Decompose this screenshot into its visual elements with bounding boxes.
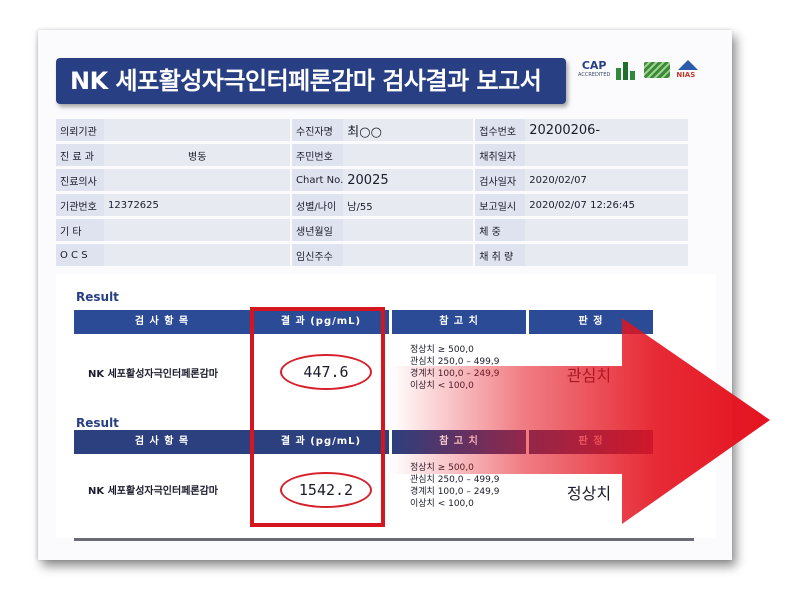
header-judgement: 판 정: [529, 310, 653, 334]
patient-info-table: 의뢰기관 수진자명 최○○ 접수번호 20200206- 진 료 과 병동 주민…: [56, 116, 688, 269]
info-value: [343, 144, 474, 166]
info-row: 기관번호 12372625 성별/나이 남/55 보고일시 2020/02/07…: [56, 194, 688, 216]
info-label: 채 취 량: [475, 244, 526, 266]
info-row: 진료의사 Chart No. 20025 검사일자 2020/02/07: [56, 169, 688, 191]
info-row: 의뢰기관 수진자명 최○○ 접수번호 20200206-: [56, 119, 688, 141]
info-value: [104, 119, 290, 141]
judgement-value: 정상치: [566, 484, 612, 503]
koa-logo: [644, 62, 671, 78]
result-heading: Result: [76, 290, 119, 304]
header-reference: 참 고 치: [392, 430, 526, 454]
info-label: 수진자명: [292, 119, 344, 141]
info-value: [343, 244, 474, 266]
judgement-value: 관심치: [566, 366, 612, 385]
result-highlight-box: [250, 307, 385, 527]
header-test-item: 검 사 항 목: [74, 310, 250, 334]
result-heading: Result: [76, 416, 119, 430]
report-document: NK 세포활성자극인터페론감마 검사결과 보고서 CAP ACCREDITED N…: [38, 30, 732, 560]
info-value: [343, 219, 474, 241]
header-reference: 참 고 치: [392, 310, 526, 334]
info-value: [104, 244, 290, 266]
info-label: O C S: [56, 244, 104, 266]
info-label: 임신주수: [292, 244, 344, 266]
report-title: NK 세포활성자극인터페론감마 검사결과 보고서: [56, 58, 566, 104]
info-value: 병동: [104, 144, 290, 166]
info-label: 의뢰기관: [56, 119, 104, 141]
report-datetime: 2020/02/07 12:26:45: [525, 194, 688, 216]
info-label: 기관번호: [56, 194, 104, 216]
test-item-name: NK 세포활성자극인터페론감마: [88, 486, 218, 497]
info-label: 주민번호: [292, 144, 344, 166]
info-row: 기 타 생년월일 체 중: [56, 219, 688, 241]
info-value: [525, 244, 688, 266]
info-value: [104, 219, 290, 241]
patient-name: 최○○: [343, 119, 474, 141]
lh-logo: [616, 60, 638, 80]
info-label: 생년월일: [292, 219, 344, 241]
cap-logo: CAP ACCREDITED: [578, 58, 611, 78]
receipt-number: 20200206-: [525, 119, 688, 141]
info-row: O C S 임신주수 채 취 량: [56, 244, 688, 266]
reference-range-list: 정상치 ≥ 500,0 관심치 250,0 – 499,9 경계치 100,0 …: [410, 463, 500, 509]
chart-number: 20025: [343, 169, 474, 191]
info-label: 검사일자: [475, 169, 526, 191]
info-label: 진료의사: [56, 169, 104, 191]
bottom-divider: [74, 538, 694, 541]
header-judgement: 판 정: [529, 430, 653, 454]
sex-age: 남/55: [343, 194, 474, 216]
info-row: 진 료 과 병동 주민번호 채취일자: [56, 144, 688, 166]
reference-range-list: 정상치 ≥ 500,0 관심치 250,0 – 499,9 경계치 100,0 …: [410, 345, 500, 391]
info-label: Chart No.: [292, 169, 344, 191]
test-date: 2020/02/07: [525, 169, 688, 191]
institution-number: 12372625: [104, 194, 290, 216]
info-label: 체 중: [475, 219, 526, 241]
nias-logo: NIAS: [676, 60, 700, 80]
info-label: 접수번호: [475, 119, 526, 141]
info-value: [525, 144, 688, 166]
accreditation-logos: CAP ACCREDITED NIAS: [578, 56, 700, 84]
test-item-name: NK 세포활성자극인터페론감마: [88, 369, 218, 380]
info-label: 진 료 과: [56, 144, 104, 166]
info-label: 성별/나이: [292, 194, 344, 216]
info-label: 기 타: [56, 219, 104, 241]
info-value: [525, 219, 688, 241]
header-test-item: 검 사 항 목: [74, 430, 250, 454]
info-label: 채취일자: [475, 144, 526, 166]
info-label: 보고일시: [475, 194, 526, 216]
info-value: [104, 169, 290, 191]
